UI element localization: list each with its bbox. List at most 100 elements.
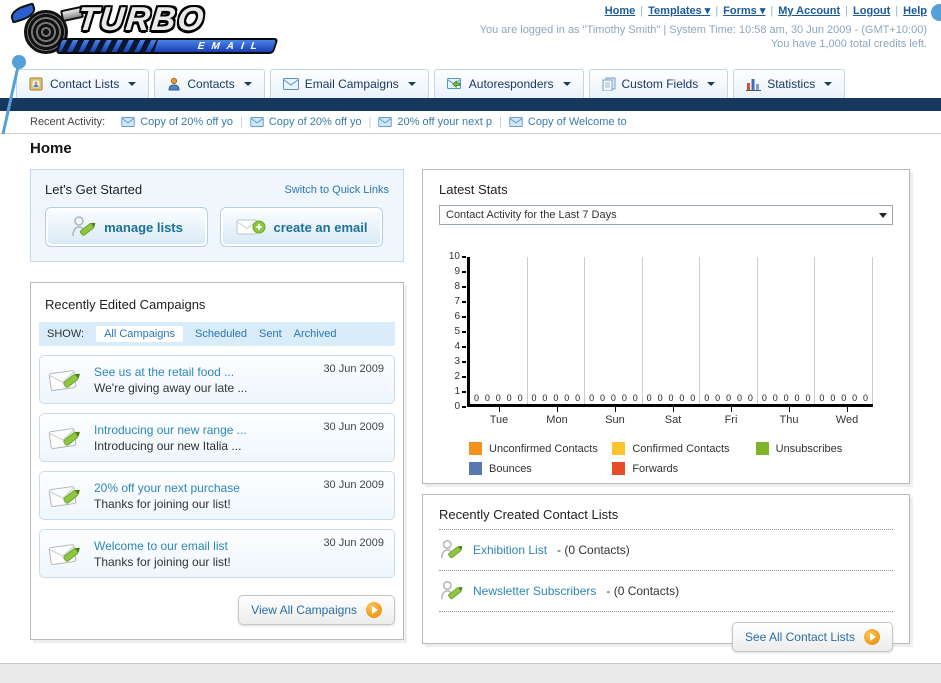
data-value-label: 0	[553, 393, 559, 403]
recent-activity-item[interactable]: Copy of 20% off yo	[121, 116, 233, 128]
data-value-labels: 00000	[759, 393, 814, 403]
tab-contact-lists[interactable]: Contact Lists	[16, 69, 150, 98]
campaign-subtitle: Introducing our new Italia ...	[94, 438, 242, 453]
switch-quick-links[interactable]: Switch to Quick Links	[284, 184, 389, 196]
tab-contacts[interactable]: Contacts	[154, 69, 265, 98]
right-column: Latest Stats Contact Activity for the La…	[422, 169, 910, 652]
data-value-labels: 00000	[586, 393, 641, 403]
activity-item-label: Copy of Welcome to	[527, 116, 627, 128]
tab-label: Email Campaigns	[304, 77, 399, 91]
see-all-contact-lists-button[interactable]: See All Contact Lists	[731, 622, 893, 652]
latest-stats-panel: Latest Stats Contact Activity for the La…	[422, 169, 910, 484]
data-value-label: 0	[852, 393, 858, 403]
campaign-row[interactable]: 20% off your next purchase Thanks for jo…	[39, 471, 395, 520]
address-book-icon	[29, 77, 43, 91]
tab-label: Contact Lists	[50, 77, 120, 91]
recent-activity-bar: Recent Activity: Copy of 20% off yo | Co…	[0, 111, 941, 134]
data-value-labels: 00000	[816, 393, 871, 403]
nav-logout-link[interactable]: Logout	[853, 5, 890, 17]
campaigns-filter-bar: SHOW: All Campaigns Scheduled Sent Archi…	[39, 322, 395, 346]
legend-item: Confirmed Contacts	[612, 442, 755, 455]
chart-legend: Unconfirmed Contacts Confirmed Contacts Un…	[469, 442, 899, 475]
create-email-label: create an email	[273, 219, 368, 235]
create-email-button[interactable]: create an email	[220, 207, 383, 247]
chevron-down-icon	[243, 82, 252, 86]
logo-email-bar: EMAIL	[55, 38, 279, 54]
annotation-pin	[1, 55, 26, 135]
campaign-title-link[interactable]: 20% off your next purchase	[94, 480, 240, 496]
contact-list-link[interactable]: Newsletter Subscribers	[473, 584, 596, 598]
data-value-label: 0	[761, 393, 767, 403]
campaign-title-link[interactable]: Welcome to our email list	[94, 538, 231, 554]
y-tick-label: 9	[454, 266, 466, 277]
data-value-label: 0	[484, 393, 490, 403]
y-tick-label: 7	[454, 296, 466, 307]
campaign-row[interactable]: See us at the retail food ... We're givi…	[39, 355, 395, 404]
data-value-label: 0	[575, 393, 581, 403]
legend-label: Bounces	[489, 462, 532, 475]
filter-sent[interactable]: Sent	[259, 328, 282, 340]
filter-archived[interactable]: Archived	[294, 328, 337, 340]
data-value-label: 0	[632, 393, 638, 403]
logo-dashes	[58, 40, 159, 52]
campaign-title-link[interactable]: See us at the retail food ...	[94, 364, 247, 380]
view-all-campaigns-label: View All Campaigns	[251, 603, 357, 617]
data-value-label: 0	[506, 393, 512, 403]
data-value-label: 0	[747, 393, 753, 403]
recent-activity-item[interactable]: Copy of 20% off yo	[250, 116, 362, 128]
data-value-label: 0	[715, 393, 721, 403]
nav-my-account-link[interactable]: My Account	[778, 5, 840, 17]
nav-forms-link[interactable]: Forms ▾	[723, 5, 765, 17]
nav-help-link[interactable]: Help	[903, 5, 927, 17]
chevron-down-icon	[128, 82, 137, 86]
data-value-label: 0	[668, 393, 674, 403]
x-tick-label: Fri	[702, 407, 760, 426]
filter-all-campaigns[interactable]: All Campaigns	[96, 326, 183, 342]
view-all-campaigns-button[interactable]: View All Campaigns	[238, 595, 395, 625]
logo-subtitle: EMAIL	[195, 41, 266, 52]
y-tick-label: 6	[454, 311, 466, 322]
legend-item: Unsubscribes	[755, 442, 899, 455]
campaign-row[interactable]: Welcome to our email list Thanks for joi…	[39, 529, 395, 578]
tab-email-campaigns[interactable]: Email Campaigns	[269, 69, 429, 98]
x-tick-label: Wed	[818, 407, 876, 426]
nav-templates-link[interactable]: Templates ▾	[648, 5, 710, 17]
tab-custom-fields[interactable]: Custom Fields	[588, 69, 729, 98]
manage-lists-button[interactable]: manage lists	[45, 207, 208, 247]
arrow-circle-icon	[366, 602, 382, 618]
data-value-label: 0	[495, 393, 501, 403]
page-bottom-strip	[0, 663, 941, 683]
chart-x-axis: Tue Mon Sun Sat Fri Thu Wed	[470, 407, 876, 426]
tab-statistics[interactable]: Statistics	[733, 69, 846, 98]
stats-dropdown[interactable]: Contact Activity for the Last 7 Days	[439, 205, 893, 225]
arrow-circle-icon	[864, 629, 880, 645]
get-started-title: Let's Get Started	[45, 182, 143, 197]
data-value-label: 0	[679, 393, 685, 403]
chart-group: 00000	[643, 257, 701, 404]
data-value-labels: 00000	[644, 393, 699, 403]
nav-home-link[interactable]: Home	[605, 5, 636, 17]
campaign-row[interactable]: Introducing our new range ... Introducin…	[39, 413, 395, 462]
y-tick-label: 10	[448, 251, 467, 262]
data-value-label: 0	[657, 393, 663, 403]
filter-scheduled[interactable]: Scheduled	[195, 328, 247, 340]
data-value-label: 0	[841, 393, 847, 403]
chart-plot: 00000000000000000000000000000000000	[467, 257, 874, 407]
legend-item: Unconfirmed Contacts	[469, 442, 612, 455]
tab-autoresponders[interactable]: Autoresponders	[433, 69, 584, 98]
contact-list-item[interactable]: Newsletter Subscribers - (0 Contacts)	[439, 578, 893, 604]
recent-activity-label: Recent Activity:	[30, 116, 106, 128]
data-value-label: 0	[772, 393, 778, 403]
recent-activity-item[interactable]: 20% off your next p	[378, 116, 492, 128]
campaign-title-link[interactable]: Introducing our new range ...	[94, 422, 247, 438]
x-tick-label: Mon	[528, 407, 586, 426]
turbo-email-logo: TURBO EMAIL	[6, 0, 281, 56]
person-pencil-icon	[72, 216, 96, 237]
data-value-label: 0	[473, 393, 479, 403]
contact-list-item[interactable]: Exhibition List - (0 Contacts)	[439, 537, 893, 563]
tab-label: Custom Fields	[621, 77, 699, 91]
contact-list-link[interactable]: Exhibition List	[473, 543, 547, 557]
recent-activity-item[interactable]: Copy of Welcome to	[509, 116, 627, 128]
envelope-pencil-icon	[48, 543, 80, 565]
separator: |	[895, 5, 899, 17]
